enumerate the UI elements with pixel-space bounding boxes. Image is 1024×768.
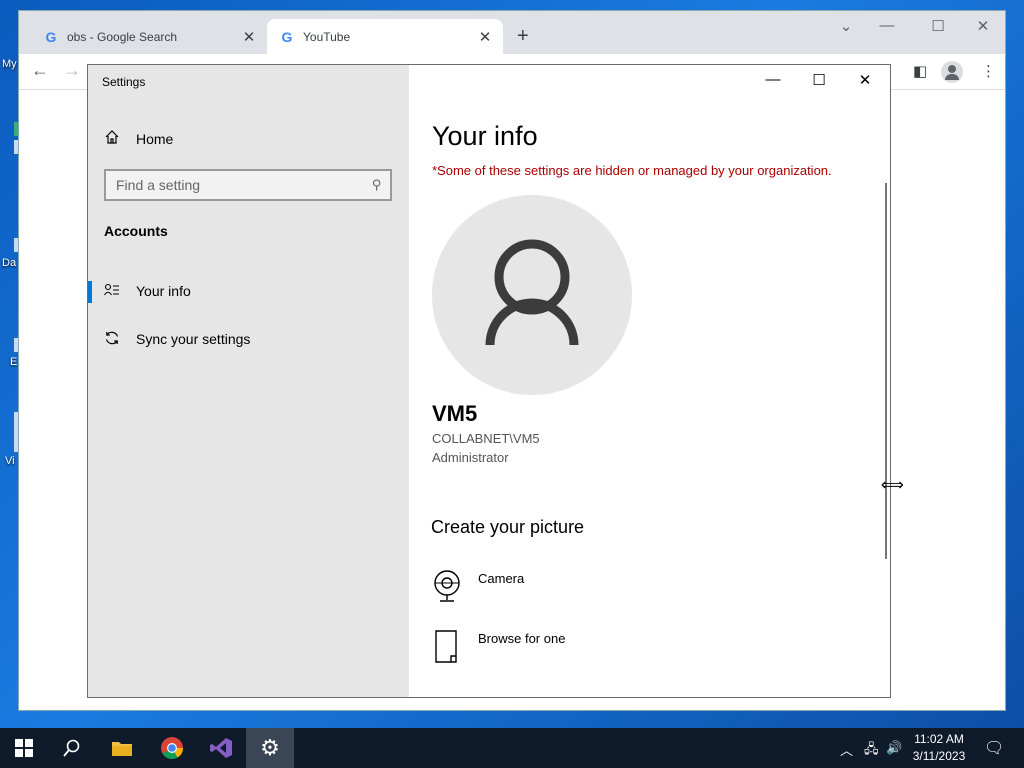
home-icon	[104, 129, 136, 149]
windows-logo-icon	[15, 739, 33, 757]
close-icon[interactable]: ✕	[842, 71, 888, 89]
chrome-icon	[161, 737, 183, 759]
section-heading: Accounts	[104, 223, 168, 239]
sync-icon	[104, 330, 136, 349]
search-icon	[63, 739, 80, 757]
close-tab-icon[interactable]: ✕	[241, 28, 257, 46]
forward-arrow-icon[interactable]: →	[63, 60, 81, 81]
clock-time: 11:02 AM	[914, 732, 964, 746]
new-tab-button[interactable]: +	[517, 25, 529, 48]
home-nav-item[interactable]: Home	[104, 129, 173, 149]
settings-content: — ☐ ✕ Your info *Some of these settings …	[409, 65, 890, 697]
content-scrollbar[interactable]	[885, 183, 887, 559]
resize-cursor-icon: ⟺	[881, 477, 904, 494]
tab-search-icon[interactable]: ⌄	[831, 17, 861, 35]
page-title: Your info	[432, 121, 538, 151]
minimize-icon[interactable]: —	[750, 71, 796, 88]
notifications-icon[interactable]: 🗨	[984, 738, 1004, 758]
sidebar-item-sync-settings[interactable]: Sync your settings	[88, 319, 409, 359]
file-icon	[432, 629, 478, 665]
maximize-icon[interactable]: ☐	[923, 17, 953, 35]
profile-avatar-icon[interactable]	[941, 61, 963, 83]
google-icon: G	[45, 28, 57, 45]
back-arrow-icon[interactable]: ←	[31, 60, 49, 81]
sidebar-item-label: Sync your settings	[136, 331, 251, 347]
network-icon[interactable]: 🖧	[864, 740, 879, 762]
settings-window: Settings Home ⚲ Accounts Your info Sync …	[87, 64, 891, 698]
chrome-button[interactable]	[148, 728, 196, 768]
clock-date: 3/11/2023	[912, 749, 966, 763]
taskbar: ⚙ ︿ 🖧 🔊 11:02 AM 3/11/2023 🗨	[0, 728, 1024, 768]
tab-title: YouTube	[303, 29, 351, 44]
search-input[interactable]	[116, 177, 373, 193]
desktop-icon-label[interactable]: Vi	[5, 455, 15, 467]
show-hidden-icons[interactable]: ︿	[840, 740, 853, 759]
side-panel-icon[interactable]: ◧	[913, 62, 927, 80]
file-explorer-button[interactable]	[98, 728, 146, 768]
minimize-icon[interactable]: —	[872, 17, 902, 34]
settings-search-box[interactable]: ⚲	[104, 169, 392, 201]
sidebar-item-label: Your info	[136, 283, 191, 299]
camera-option[interactable]: Camera	[432, 569, 524, 605]
close-tab-icon[interactable]: ✕	[477, 28, 493, 46]
browse-label: Browse for one	[478, 631, 566, 646]
search-button[interactable]	[48, 728, 96, 768]
sidebar-item-your-info[interactable]: Your info	[88, 271, 409, 311]
managed-warning: *Some of these settings are hidden or ma…	[432, 163, 832, 178]
settings-sidebar: Settings Home ⚲ Accounts Your info Sync …	[88, 65, 409, 697]
browse-option[interactable]: Browse for one	[432, 629, 565, 665]
desktop-icon-label[interactable]: Da	[2, 257, 16, 269]
desktop-icon-label[interactable]: E	[10, 356, 17, 368]
folder-icon	[112, 742, 132, 756]
user-domain: COLLABNET\VM5	[432, 431, 540, 446]
window-title: Settings	[102, 75, 146, 89]
browser-tab-strip: G obs - Google Search ✕ G YouTube ✕ + ⌄ …	[19, 11, 1005, 54]
visual-studio-button[interactable]	[197, 728, 245, 768]
browser-tab[interactable]: G obs - Google Search ✕	[31, 19, 267, 54]
desktop-icon-label[interactable]: My	[2, 58, 17, 70]
user-role: Administrator	[432, 450, 509, 465]
volume-icon[interactable]: 🔊	[886, 740, 902, 756]
camera-icon	[432, 569, 478, 605]
settings-button[interactable]: ⚙	[246, 728, 294, 768]
clock[interactable]: 11:02 AM 3/11/2023	[906, 731, 972, 765]
camera-label: Camera	[478, 571, 525, 586]
visual-studio-icon	[210, 738, 232, 758]
gear-icon: ⚙	[260, 735, 280, 760]
person-list-icon	[104, 283, 136, 300]
start-button[interactable]	[0, 728, 48, 768]
home-label: Home	[136, 131, 174, 147]
user-name: VM5	[432, 401, 478, 426]
create-picture-heading: Create your picture	[431, 517, 585, 537]
tab-title: obs - Google Search	[67, 29, 178, 44]
browser-tab-active[interactable]: G YouTube ✕	[267, 19, 503, 54]
menu-kebab-icon[interactable]: ⋮	[981, 62, 996, 80]
google-icon: G	[281, 28, 293, 45]
close-icon[interactable]: ✕	[968, 17, 998, 35]
search-icon: ⚲	[372, 177, 382, 192]
maximize-icon[interactable]: ☐	[796, 71, 842, 89]
avatar	[432, 195, 632, 395]
user-silhouette-icon	[485, 239, 579, 346]
